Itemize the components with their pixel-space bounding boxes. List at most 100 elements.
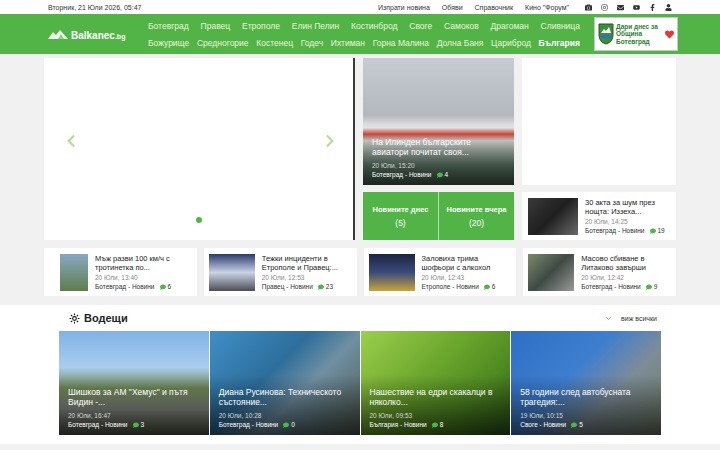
comment-count: 0 [283,421,295,428]
news-meta: Ботевград - Новини9 [581,283,671,290]
news-thumbnail [209,254,255,291]
news-meta: Ботевград - Новини19 [585,227,671,234]
mountain-logo-icon [48,29,68,39]
leading-meta: България - Новини8 [370,421,502,428]
leading-title: 58 години след автобусната трагедия:... [520,387,652,407]
news-date: 20 Юли, 14:25 [585,218,671,225]
main-nav: Ботевград Правец Етрополе Елин Пелин Костинб… [144,21,586,48]
nav-item[interactable]: Своге [409,21,432,31]
news-card[interactable]: Заловиха трима шофьори с алкохол20 Юли, … [364,248,517,296]
slider-dot[interactable] [196,217,202,223]
comment-count: 4 [437,171,449,178]
nav-item[interactable]: Средногорие [197,38,249,48]
nav-item[interactable]: Етрополе [242,21,280,31]
leading-title: Шишков за АМ "Хемус" и пътя Видин -... [68,387,200,407]
top-link[interactable]: Изпрати новина [378,4,430,11]
nav-item[interactable]: Долна Баня [437,38,484,48]
chevron-down-icon [604,314,613,323]
slider-prev[interactable] [64,134,78,151]
nav-item[interactable]: Правец [201,21,231,31]
youtube-icon[interactable] [633,4,640,11]
nav-item[interactable]: Горна Малина [373,38,429,48]
envelope-icon[interactable] [617,4,624,11]
nav-item[interactable]: Сливница [541,21,580,31]
slider-next[interactable] [323,134,337,151]
nav-item[interactable]: Драгоман [491,21,529,31]
nav-item[interactable]: Цариброд [491,38,531,48]
news-thumbnail [60,254,88,291]
see-all-link[interactable]: виж всички [604,314,657,323]
news-title: Тежки инциденти в Етрополе и Правец:... [262,254,352,272]
news-thumbnail [369,254,415,291]
nav-item[interactable]: Костенец [256,38,293,48]
news-title: Мъж разви 100 км/ч с тротинетка по... [95,254,192,272]
leading-overlay: Шишков за АМ "Хемус" и пътя Видин -...20… [59,375,209,435]
leading-card[interactable]: Диана Русинова: Техническото състояние..… [210,331,360,435]
leading-meta: Ботевград - Новини0 [219,421,351,428]
camera-icon[interactable] [585,4,592,11]
sun-icon [69,313,80,324]
nav-item[interactable]: Костинброд [351,21,397,31]
news-card[interactable]: Тежки инциденти в Етрополе и Правец:... 2… [204,248,357,296]
leading-meta: Ботевград - Новини3 [68,421,200,428]
comment-icon [650,228,656,234]
nav-item[interactable]: България [539,38,580,48]
nav-row: Ботевград Правец Етрополе Елин Пелин Костинб… [148,21,580,31]
top-bar: Вторник, 21 Юли 2026, 05:47 Изпрати новин… [0,0,720,14]
news-title: Масово сбиване в Литаково завърши [581,254,671,272]
news-date: 20 Юли, 12:43 [422,274,512,281]
stat-cell[interactable]: Новините вчера(20) [438,192,514,240]
heart-icon [665,30,674,39]
leading-section: Водещи виж всички Шишков за АМ "Хемус" и п… [0,305,720,444]
chevron-right-icon [323,134,337,148]
top-link[interactable]: Справочник [475,4,514,11]
donate-banner[interactable]: Дари днес за Община Ботевград [594,17,678,51]
comment-count: 6 [484,283,496,290]
nav-item[interactable]: Божурище [148,38,189,48]
nav-item[interactable]: Самоков [444,21,479,31]
leading-grid: Шишков за АМ "Хемус" и пътя Видин -...20… [59,331,661,435]
top-link[interactable]: Обяви [442,4,463,11]
site-logo[interactable]: Balkanec.bg [48,25,136,43]
featured-overlay: На Илинден българските авиатори почитат … [363,125,514,185]
comment-icon [571,422,577,428]
current-date: Вторник, 21 Юли 2026, 05:47 [48,4,142,11]
news-date: 20 Юли, 13:40 [95,274,192,281]
section-title: Водещи [69,312,128,324]
featured-card[interactable]: На Илинден българските авиатори почитат … [363,58,514,185]
leading-meta: Своге - Новини5 [520,421,652,428]
comment-count: 9 [646,283,658,290]
leading-title: Нашествие на едри скакалци в няколко... [370,387,502,407]
section-header: Водещи виж всички [59,305,661,331]
nav-item[interactable]: Годеч [301,38,323,48]
news-date: 20 Юли, 12:53 [262,274,352,281]
stat-cell[interactable]: Новините днес(5) [363,192,438,240]
crest-icon [598,23,614,45]
comment-icon [160,284,166,290]
main-content: На Илинден българските авиатори почитат … [44,58,676,296]
comment-icon [432,422,438,428]
nav-item[interactable]: Елин Пелин [292,21,339,31]
instagram-icon[interactable] [601,4,608,11]
comment-count: 23 [318,283,333,290]
leading-card[interactable]: 58 години след автобусната трагедия:... 1… [511,331,661,435]
news-card[interactable]: Масово сбиване в Литаково завърши20 Юли,… [523,248,676,296]
news-meta: Ботевград - Новини6 [95,283,192,290]
nav-item[interactable]: Ботевград [148,21,189,31]
site-header: Balkanec.bg Ботевград Правец Етрополе Елин П… [0,14,720,54]
leading-card[interactable]: Нашествие на едри скакалци в няколко...2… [361,331,511,435]
news-slider[interactable] [44,58,355,240]
top-link[interactable]: Кино "Форум" [525,4,569,11]
user-icon[interactable] [665,4,672,11]
nav-item[interactable]: Ихтиман [331,38,365,48]
news-card[interactable]: Мъж разви 100 км/ч с тротинетка по... 20 … [44,248,197,296]
news-thumbnail [528,254,574,291]
featured-date: 20 Юли, 15:20 [372,162,505,169]
leading-card[interactable]: Шишков за АМ "Хемус" и пътя Видин -...20… [59,331,209,435]
comment-count: 19 [650,227,665,234]
slider-dots [44,217,353,223]
news-meta: Правец - Новини23 [262,283,352,290]
leading-date: 19 Юли, 10:15 [520,412,652,419]
facebook-icon[interactable] [649,4,656,11]
side-news-card[interactable]: 30 акта за шум през нощта: Иззеха...20 Ю… [522,192,676,240]
